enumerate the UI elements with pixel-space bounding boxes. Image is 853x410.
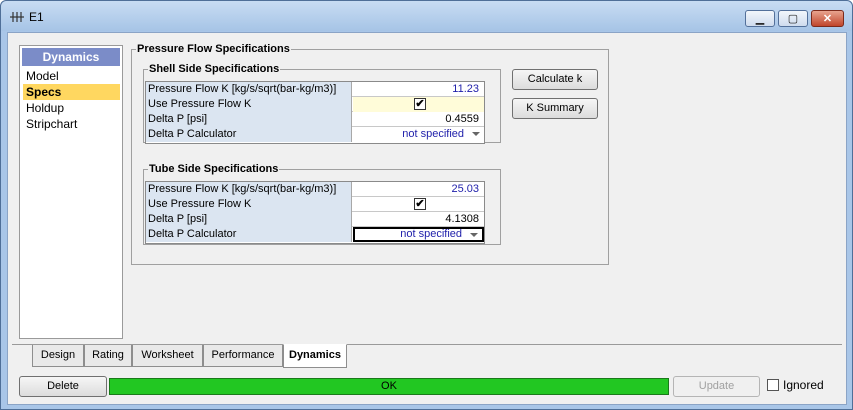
heat-exchanger-icon (10, 12, 24, 22)
nav-item-specs[interactable]: Specs (23, 84, 120, 100)
tube-use-pressure-flow-k-label: Use Pressure Flow K (146, 197, 352, 212)
tube-spec-table: Pressure Flow K [kg/s/sqrt(bar-kg/m3)] 2… (145, 181, 485, 244)
tube-use-pressure-flow-k-cell: ✔ (353, 197, 484, 212)
minimize-icon: ▁ (755, 13, 765, 25)
window-title: E1 (29, 10, 44, 24)
title-bar[interactable]: E1 ▁ ▢ ✕ (1, 1, 852, 31)
table-row: Pressure Flow K [kg/s/sqrt(bar-kg/m3)] 2… (146, 182, 484, 197)
close-icon: ✕ (822, 13, 833, 25)
tube-use-pressure-flow-k-checkbox[interactable]: ✔ (414, 198, 426, 210)
table-row: Delta P [psi] 4.1308 (146, 212, 484, 227)
table-row: Delta P [psi] 0.4559 (146, 112, 484, 127)
tab-design[interactable]: Design (32, 345, 84, 367)
tube-delta-p-calculator-select[interactable]: not specified (353, 227, 484, 242)
ignored-checkbox[interactable] (767, 379, 779, 391)
tab-rating[interactable]: Rating (84, 345, 132, 367)
shell-use-pressure-flow-k-label: Use Pressure Flow K (146, 97, 352, 112)
table-row: Delta P Calculator not specified (146, 227, 484, 242)
nav-item-model[interactable]: Model (23, 68, 120, 84)
table-row: Use Pressure Flow K ✔ (146, 97, 484, 112)
shell-use-pressure-flow-k-checkbox[interactable]: ✔ (414, 98, 426, 110)
shell-pressure-flow-k-label: Pressure Flow K [kg/s/sqrt(bar-kg/m3)] (146, 82, 352, 97)
tube-delta-p-value[interactable]: 4.1308 (353, 212, 484, 227)
shell-delta-p-calculator-label: Delta P Calculator (146, 127, 352, 142)
chevron-down-icon[interactable] (472, 132, 480, 136)
unit-op-window: E1 ▁ ▢ ✕ Dynamics Model Specs Holdup Str… (0, 0, 853, 410)
maximize-button[interactable]: ▢ (778, 10, 808, 27)
pressure-flow-title: Pressure Flow Specifications (137, 43, 290, 55)
k-summary-button[interactable]: K Summary (512, 98, 598, 119)
tube-side-title: Tube Side Specifications (149, 163, 279, 175)
close-button[interactable]: ✕ (811, 10, 844, 27)
nav-header: Dynamics (22, 48, 120, 66)
tube-pressure-flow-k-label: Pressure Flow K [kg/s/sqrt(bar-kg/m3)] (146, 182, 352, 197)
shell-delta-p-value[interactable]: 0.4559 (353, 112, 484, 127)
ignored-label[interactable]: Ignored (783, 378, 824, 392)
shell-delta-p-calculator-value: not specified (402, 128, 464, 140)
dynamics-nav-panel: Dynamics Model Specs Holdup Stripchart (19, 45, 123, 339)
table-row: Delta P Calculator not specified (146, 127, 484, 142)
tab-dynamics[interactable]: Dynamics (283, 344, 347, 368)
window-client-area: Dynamics Model Specs Holdup Stripchart P… (7, 32, 847, 405)
nav-item-holdup[interactable]: Holdup (23, 100, 120, 116)
tab-performance[interactable]: Performance (203, 345, 283, 367)
tube-delta-p-calculator-value: not specified (400, 228, 462, 240)
chevron-down-icon[interactable] (470, 233, 478, 237)
calculate-k-button[interactable]: Calculate k (512, 69, 598, 90)
shell-spec-table: Pressure Flow K [kg/s/sqrt(bar-kg/m3)] 1… (145, 81, 485, 144)
status-bar: OK (109, 378, 669, 395)
tube-delta-p-label: Delta P [psi] (146, 212, 352, 227)
nav-item-stripchart[interactable]: Stripchart (23, 116, 120, 132)
shell-delta-p-calculator-select[interactable]: not specified (353, 127, 484, 142)
shell-use-pressure-flow-k-cell: ✔ (353, 97, 484, 112)
tab-worksheet[interactable]: Worksheet (132, 345, 203, 367)
table-row: Pressure Flow K [kg/s/sqrt(bar-kg/m3)] 1… (146, 82, 484, 97)
tube-pressure-flow-k-value[interactable]: 25.03 (353, 182, 484, 197)
delete-button[interactable]: Delete (19, 376, 107, 397)
tube-delta-p-calculator-label: Delta P Calculator (146, 227, 352, 242)
shell-pressure-flow-k-value[interactable]: 11.23 (353, 82, 484, 97)
table-row: Use Pressure Flow K ✔ (146, 197, 484, 212)
maximize-icon: ▢ (787, 13, 799, 25)
shell-side-title: Shell Side Specifications (149, 63, 280, 75)
update-button[interactable]: Update (673, 376, 760, 397)
shell-delta-p-label: Delta P [psi] (146, 112, 352, 127)
minimize-button[interactable]: ▁ (745, 10, 775, 27)
